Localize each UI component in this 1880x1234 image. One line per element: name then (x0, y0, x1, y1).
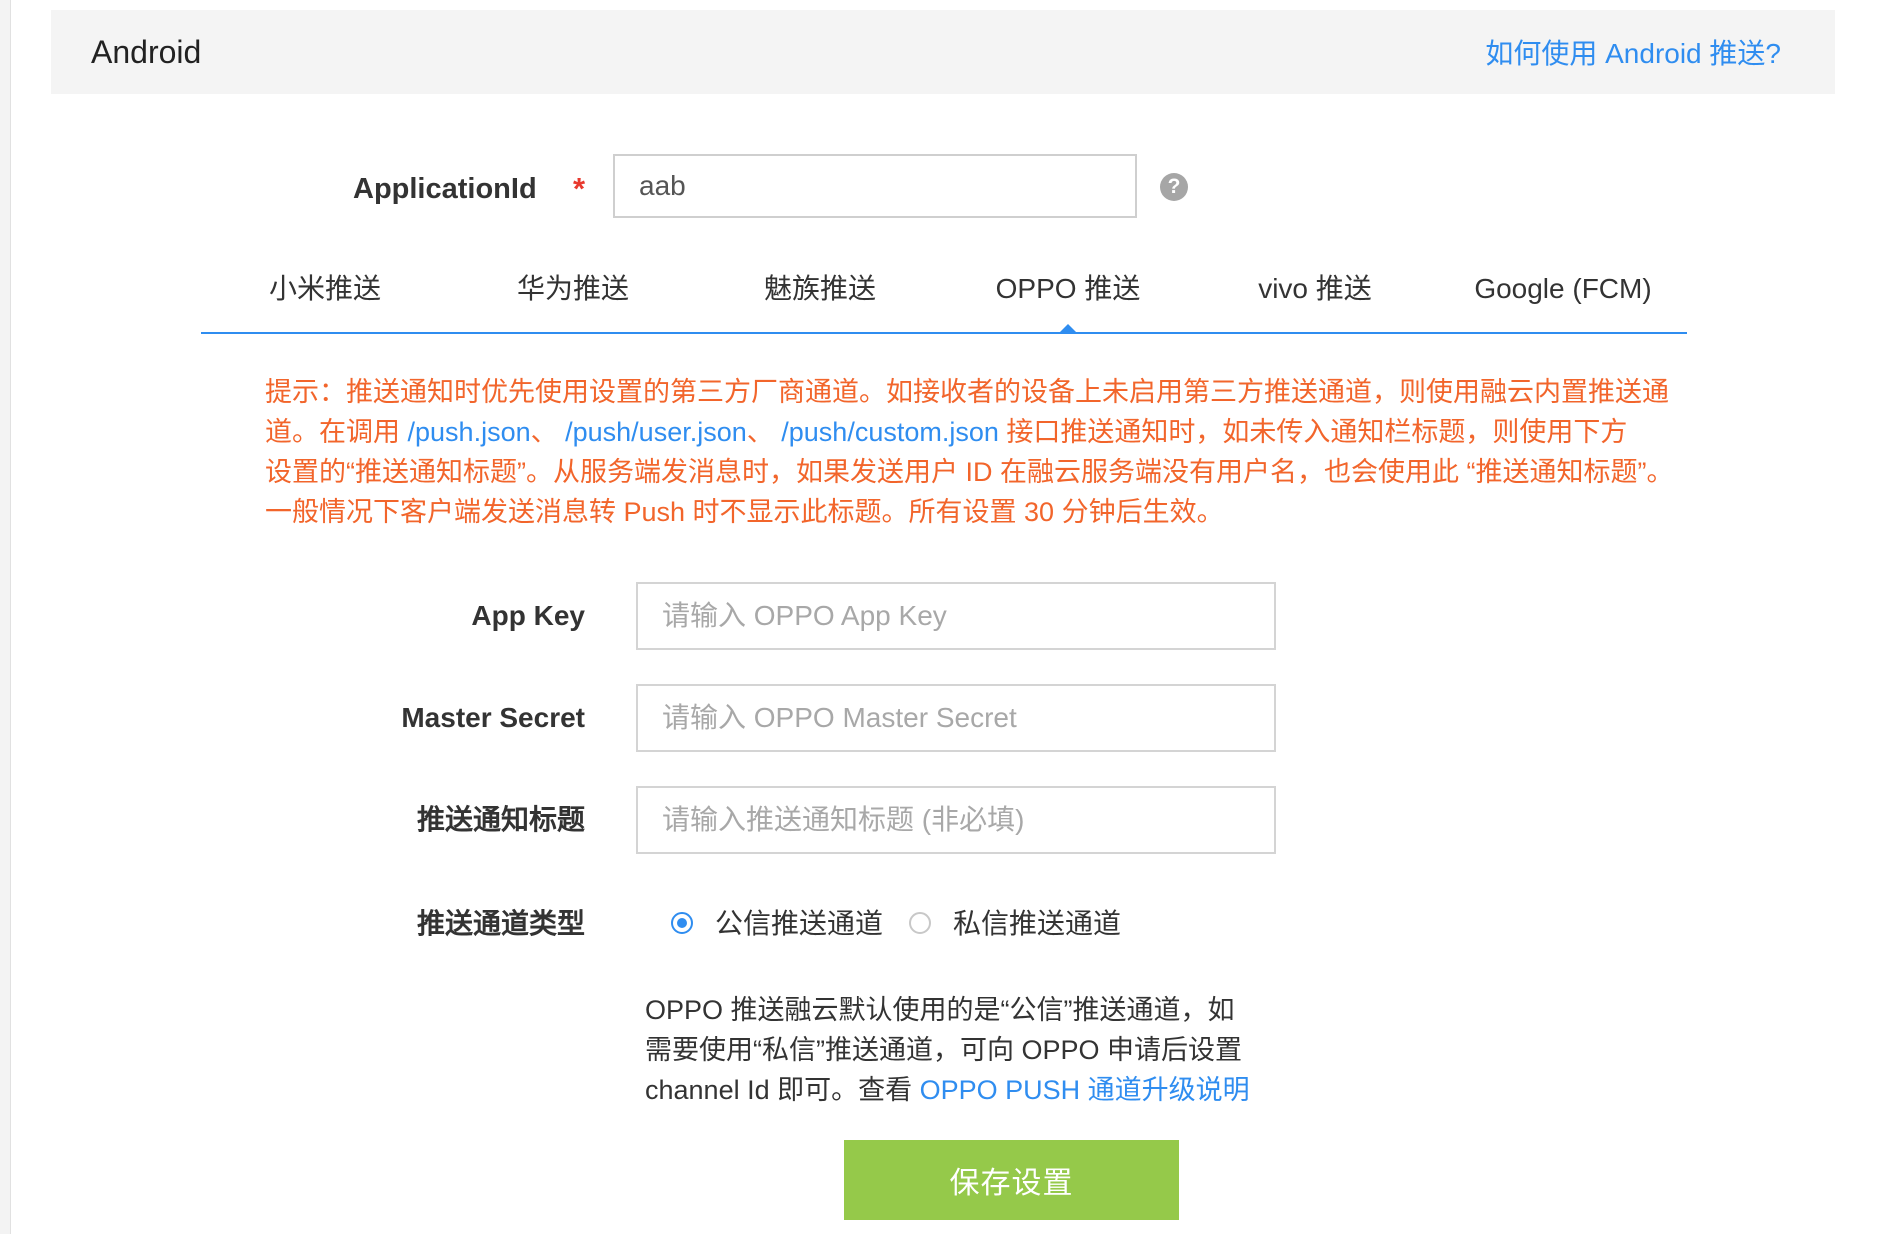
channel-note: OPPO 推送融云默认使用的是“公信”推送通道，如 需要使用“私信”推送通道，可… (645, 990, 1295, 1110)
save-settings-button[interactable]: 保存设置 (844, 1140, 1179, 1220)
android-push-help-link[interactable]: 如何使用 Android 推送? (1485, 36, 1781, 72)
tab-google-fcm[interactable]: Google (FCM) (1439, 272, 1687, 306)
channel-note-text: channel Id 即可。查看 (645, 1075, 920, 1105)
active-tab-indicator (1058, 324, 1078, 334)
channel-type-label: 推送通道类型 (416, 908, 585, 939)
tab-oppo[interactable]: OPPO 推送 (944, 272, 1192, 306)
oppo-push-upgrade-link[interactable]: OPPO PUSH 通道升级说明 (920, 1075, 1250, 1105)
push-custom-json-link[interactable]: /push/custom.json (781, 417, 999, 447)
notice-separator: 、 (746, 417, 782, 447)
channel-type-row: 推送通道类型 公信推送通道 私信推送通道 (11, 890, 1880, 958)
application-id-label: ApplicationId (353, 173, 537, 205)
private-channel-label: 私信推送通道 (953, 908, 1122, 939)
push-json-link[interactable]: /push.json (408, 417, 531, 447)
master-secret-input[interactable] (636, 684, 1276, 752)
master-secret-label: Master Secret (401, 702, 585, 733)
app-key-input[interactable] (636, 582, 1276, 650)
notification-title-row: 推送通知标题 (11, 786, 1880, 854)
tab-meizu[interactable]: 魅族推送 (696, 272, 944, 306)
push-notice: 提示：推送通知时优先使用设置的第三方厂商通道。如接收者的设备上未启用第三方推送通… (265, 372, 1765, 532)
tab-huawei[interactable]: 华为推送 (449, 272, 697, 306)
application-id-input[interactable] (613, 154, 1137, 218)
notice-line: 设置的“推送通知标题”。从服务端发消息时，如果发送用户 ID 在融云服务端没有用… (265, 457, 1674, 487)
notice-separator: 、 (530, 417, 566, 447)
tab-vivo[interactable]: vivo 推送 (1191, 272, 1439, 306)
radio-unchecked-icon[interactable] (909, 912, 931, 934)
notice-line: 道。在调用 /push.json、 /push/user.json、 /push… (265, 412, 1765, 452)
tab-xiaomi[interactable]: 小米推送 (201, 272, 449, 306)
channel-note-line: 需要使用“私信”推送通道，可向 OPPO 申请后设置 (645, 1035, 1243, 1065)
channel-note-line: OPPO 推送融云默认使用的是“公信”推送通道，如 (645, 995, 1235, 1025)
notice-line: 提示：推送通知时优先使用设置的第三方厂商通道。如接收者的设备上未启用第三方推送通… (265, 377, 1669, 407)
notice-text: 接口推送通知时，如未传入通知栏标题，则使用下方 (998, 417, 1628, 447)
radio-checked-icon[interactable] (671, 912, 693, 934)
question-icon[interactable]: ? (1160, 173, 1188, 201)
required-marker: * (573, 171, 586, 206)
section-title: Android (91, 34, 202, 70)
application-id-row: ApplicationId * ? (11, 154, 1880, 222)
push-vendor-tabs: 小米推送 华为推送 魅族推送 OPPO 推送 vivo 推送 Google (F… (201, 262, 1687, 334)
notice-text: 道。在调用 (265, 417, 408, 447)
notification-title-label: 推送通知标题 (416, 804, 585, 835)
app-key-label: App Key (471, 600, 585, 631)
notice-line: 一般情况下客户端发送消息转 Push 时不显示此标题。所有设置 30 分钟后生效… (265, 497, 1224, 527)
push-user-json-link[interactable]: /push/user.json (565, 417, 747, 447)
channel-note-line: channel Id 即可。查看 OPPO PUSH 通道升级说明 (645, 1070, 1295, 1110)
push-settings-page: Android 如何使用 Android 推送? ApplicationId *… (10, 0, 1880, 1234)
section-header: Android 如何使用 Android 推送? (51, 10, 1835, 94)
notification-title-input[interactable] (636, 786, 1276, 854)
master-secret-row: Master Secret (11, 684, 1880, 752)
public-channel-label: 公信推送通道 (715, 908, 884, 939)
app-key-row: App Key (11, 582, 1880, 650)
